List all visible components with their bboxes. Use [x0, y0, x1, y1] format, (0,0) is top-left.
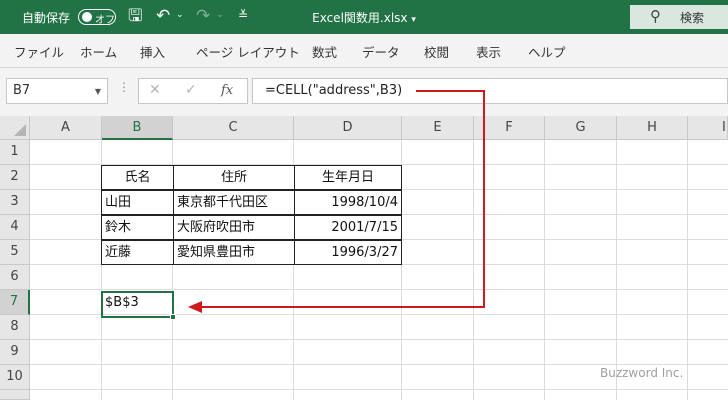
chevron-down-icon[interactable]: ▼ [95, 87, 101, 96]
name-box[interactable]: B7 ▼ [6, 78, 108, 104]
document-title: Excel関数用.xlsx ▾ [0, 9, 728, 26]
select-all-button[interactable] [0, 116, 30, 140]
ribbon-tabs: ファイル ホーム 挿入 ページ レイアウト 数式 データ 校閲 表示 ヘルプ [0, 34, 728, 68]
formula-bar-area: B7 ▼ ⋮ ✕ ✓ fx =CELL("address",B3) [0, 68, 728, 116]
table-cell[interactable]: 山田 [101, 190, 174, 215]
name-box-value: B7 [13, 83, 31, 98]
tab-view[interactable]: 表示 [476, 42, 501, 61]
enter-icon[interactable]: ✓ [185, 82, 197, 98]
column-header-b[interactable]: B [102, 116, 173, 140]
active-cell-value: $B$3 [105, 295, 139, 310]
row-header-11[interactable] [0, 390, 30, 400]
select-all-icon [14, 124, 26, 136]
active-cell[interactable]: $B$3 [101, 291, 174, 318]
formula-buttons: ✕ ✓ fx [138, 78, 248, 104]
row-header-2[interactable]: 2 [0, 165, 30, 190]
tab-data[interactable]: データ [362, 42, 400, 61]
column-header-h[interactable]: H [617, 116, 688, 140]
fill-handle[interactable] [170, 314, 176, 320]
table-header-address[interactable]: 住所 [173, 165, 295, 190]
search-icon: ⚲ [650, 7, 661, 25]
more-options-icon[interactable]: ⋮ [118, 80, 130, 94]
table-cell[interactable]: 鈴木 [101, 215, 174, 240]
search-label: 検索 [680, 11, 705, 25]
watermark: Buzzword Inc. [600, 366, 684, 380]
table-cell[interactable]: 東京都千代田区 [173, 190, 295, 215]
tab-insert[interactable]: 挿入 [140, 42, 165, 61]
row-header-8[interactable]: 8 [0, 315, 30, 340]
row-header-1[interactable]: 1 [0, 140, 30, 165]
column-header-d[interactable]: D [294, 116, 402, 140]
formula-input[interactable]: =CELL("address",B3) [252, 78, 728, 104]
column-header-c[interactable]: C [173, 116, 294, 140]
table-cell[interactable]: 1998/10/4 [294, 190, 402, 215]
cancel-icon[interactable]: ✕ [149, 82, 161, 98]
column-header-f[interactable]: F [474, 116, 545, 140]
chevron-down-icon[interactable]: ▾ [411, 15, 416, 25]
column-header-g[interactable]: G [545, 116, 617, 140]
row-header-7[interactable]: 7 [0, 290, 30, 315]
row-header-10[interactable]: 10 [0, 365, 30, 390]
column-header-i[interactable]: I [688, 116, 728, 140]
row-header-9[interactable]: 9 [0, 340, 30, 365]
column-header-a[interactable]: A [30, 116, 102, 140]
table-header-name[interactable]: 氏名 [101, 165, 174, 190]
tab-page-layout[interactable]: ページ レイアウト [196, 42, 300, 61]
column-header-e[interactable]: E [402, 116, 474, 140]
table-cell[interactable]: 大阪府吹田市 [173, 215, 295, 240]
worksheet: A B C D E F G H I 1 2 3 4 5 6 7 8 9 10 氏… [0, 116, 728, 400]
tab-help[interactable]: ヘルプ [528, 42, 566, 61]
row-header-5[interactable]: 5 [0, 240, 30, 265]
formula-text: =CELL("address",B3) [265, 83, 403, 98]
search-box[interactable]: ⚲ 検索 [630, 5, 728, 29]
filename-text: Excel関数用.xlsx [312, 11, 408, 25]
row-header-3[interactable]: 3 [0, 190, 30, 215]
title-bar: 自動保存 オフ 🖫 ↶ ⌄ ↷ ⌄ ≚ Excel関数用.xlsx ▾ ⚲ 検索 [0, 0, 728, 34]
tab-review[interactable]: 校閲 [424, 42, 449, 61]
row-header-4[interactable]: 4 [0, 215, 30, 240]
row-header-6[interactable]: 6 [0, 265, 30, 290]
tab-home[interactable]: ホーム [80, 42, 117, 61]
insert-function-icon[interactable]: fx [221, 83, 233, 98]
table-cell[interactable]: 2001/7/15 [294, 215, 402, 240]
tab-formulas[interactable]: 数式 [312, 42, 337, 61]
tab-file[interactable]: ファイル [14, 42, 64, 61]
table-cell[interactable]: 愛知県豊田市 [173, 240, 295, 265]
table-cell[interactable]: 近藤 [101, 240, 174, 265]
table-header-birthdate[interactable]: 生年月日 [294, 165, 402, 190]
table-cell[interactable]: 1996/3/27 [294, 240, 402, 265]
